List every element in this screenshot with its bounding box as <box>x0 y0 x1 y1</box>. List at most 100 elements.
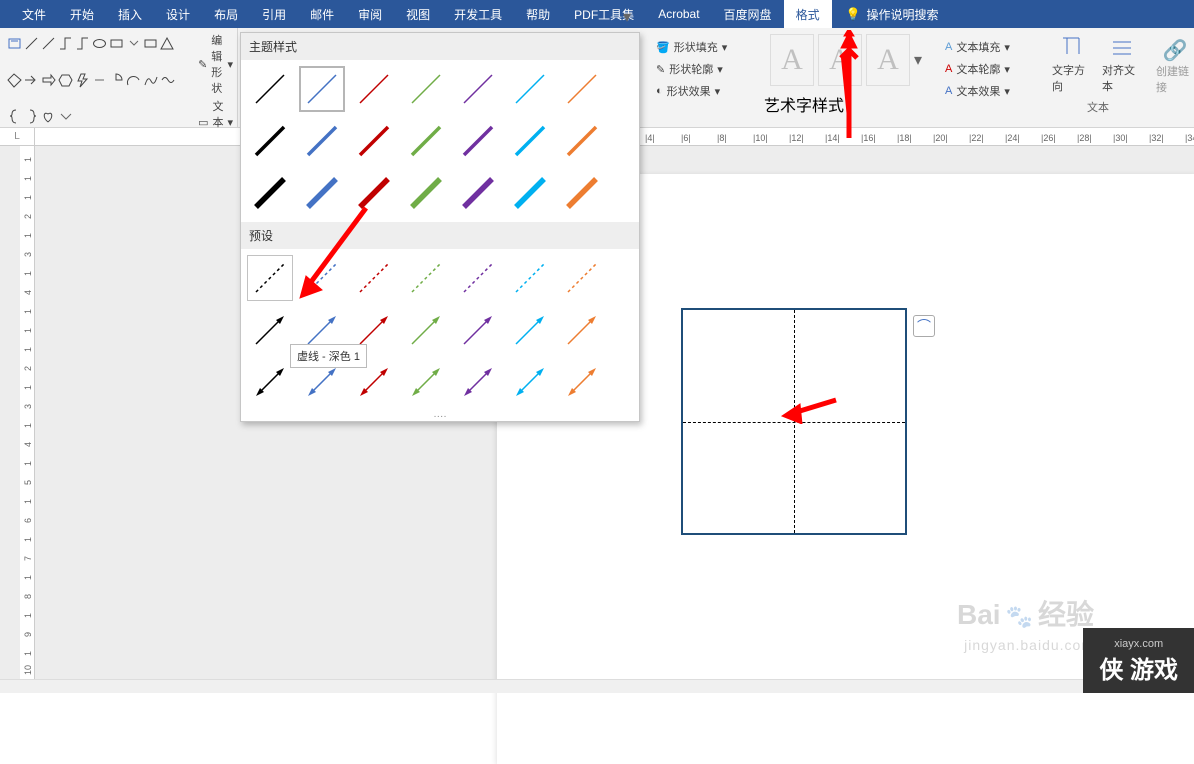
preset-style-swatch[interactable] <box>403 255 449 301</box>
annotation-arrow-tab <box>837 30 877 145</box>
create-link-button[interactable]: 创建链接 <box>1156 63 1194 95</box>
ruler-tick: 1 <box>23 328 33 333</box>
theme-style-swatch[interactable] <box>507 118 553 164</box>
theme-style-swatch[interactable] <box>455 118 501 164</box>
text-direction-button[interactable]: 文字方向 <box>1052 34 1094 94</box>
tab-developer[interactable]: 开发工具 <box>442 0 514 29</box>
theme-style-swatch[interactable] <box>403 170 449 216</box>
gallery-expand-icon[interactable]: ▾ <box>623 7 631 27</box>
tab-mailings[interactable]: 邮件 <box>298 0 346 29</box>
tab-selector[interactable]: L <box>0 128 35 146</box>
shape-outline-button[interactable]: ✎形状轮廓▾ <box>656 58 734 80</box>
brace-shape-icon[interactable] <box>23 107 40 126</box>
ruler-tick: |30| <box>1113 133 1128 143</box>
tab-insert[interactable]: 插入 <box>106 0 154 29</box>
preset-style-swatch[interactable] <box>247 359 293 405</box>
dropdown-icon[interactable]: ▾ <box>914 50 922 70</box>
tab-format[interactable]: 格式 <box>784 0 832 29</box>
theme-style-swatch[interactable] <box>403 66 449 112</box>
tab-home[interactable]: 开始 <box>58 0 106 29</box>
theme-style-swatch[interactable] <box>559 170 605 216</box>
connector-shape-icon[interactable] <box>74 34 91 53</box>
theme-style-swatch[interactable] <box>455 66 501 112</box>
tab-help[interactable]: 帮助 <box>514 0 562 29</box>
tell-me-search[interactable]: 💡 操作说明搜索 <box>846 6 939 23</box>
arc-shape-icon[interactable] <box>125 71 142 90</box>
connector-shape-icon[interactable] <box>57 34 74 53</box>
text-fill-button[interactable]: A文本填充▾ <box>945 36 1037 58</box>
text-effects-button[interactable]: A文本效果▾ <box>945 80 1037 102</box>
theme-style-swatch[interactable] <box>247 118 293 164</box>
preset-style-swatch[interactable] <box>507 307 553 353</box>
shape-effects-button[interactable]: ◐形状效果▾ <box>656 80 734 102</box>
preset-style-swatch[interactable] <box>403 307 449 353</box>
ruler-tick: |12| <box>789 133 804 143</box>
tab-baidu[interactable]: 百度网盘 <box>712 0 784 29</box>
heart-shape-icon[interactable] <box>40 107 57 126</box>
brace-shape-icon[interactable] <box>6 107 23 126</box>
preset-style-swatch[interactable] <box>507 359 553 405</box>
theme-style-swatch[interactable] <box>351 118 397 164</box>
preset-style-swatch[interactable] <box>559 307 605 353</box>
rect-shape-icon[interactable] <box>142 34 159 53</box>
horizontal-scrollbar[interactable] <box>0 679 1114 693</box>
shape-fill-button[interactable]: 🪣形状填充▾ <box>656 36 734 58</box>
tab-references[interactable]: 引用 <box>250 0 298 29</box>
vertical-ruler[interactable]: 11121314111213141516171819110 <box>20 146 35 679</box>
tab-file[interactable]: 文件 <box>10 0 58 29</box>
lightning-shape-icon[interactable] <box>74 71 91 90</box>
text-outline-button[interactable]: A文本轮廓▾ <box>945 58 1037 80</box>
rect-shape-icon[interactable] <box>108 34 125 53</box>
textbox-shape-icon[interactable] <box>6 34 23 53</box>
theme-style-swatch[interactable] <box>247 170 293 216</box>
layout-options-button[interactable]: ⌒ <box>913 315 935 337</box>
triangle-shape-icon[interactable] <box>159 34 176 53</box>
tab-design[interactable]: 设计 <box>154 0 202 29</box>
preset-style-swatch[interactable] <box>247 255 293 301</box>
tab-pdf[interactable]: PDF工具集 <box>562 0 646 29</box>
theme-style-swatch[interactable] <box>455 170 501 216</box>
expand-icon[interactable] <box>125 34 142 53</box>
ruler-tick: 3 <box>23 252 33 257</box>
layout-icon: ⌒ <box>917 316 931 336</box>
hexagon-shape-icon[interactable] <box>57 71 74 90</box>
theme-style-swatch[interactable] <box>403 118 449 164</box>
theme-style-swatch[interactable] <box>247 66 293 112</box>
theme-style-swatch[interactable] <box>299 66 345 112</box>
preset-style-swatch[interactable] <box>247 307 293 353</box>
preset-style-swatch[interactable] <box>559 359 605 405</box>
tab-view[interactable]: 视图 <box>394 0 442 29</box>
line-shape-icon[interactable] <box>40 34 57 53</box>
more-icon[interactable] <box>57 107 74 126</box>
diamond-shape-icon[interactable] <box>6 71 23 90</box>
theme-style-swatch[interactable] <box>351 66 397 112</box>
tab-layout[interactable]: 布局 <box>202 0 250 29</box>
theme-style-swatch[interactable] <box>299 118 345 164</box>
line-shape-icon[interactable] <box>23 34 40 53</box>
preset-style-swatch[interactable] <box>455 359 501 405</box>
curve-shape-icon[interactable] <box>159 71 176 90</box>
tab-acrobat[interactable]: Acrobat <box>646 1 711 27</box>
pie-shape-icon[interactable] <box>108 71 125 90</box>
arrow-shape-icon[interactable] <box>40 71 57 90</box>
preset-style-swatch[interactable] <box>455 255 501 301</box>
theme-style-swatch[interactable] <box>507 170 553 216</box>
more-icon[interactable] <box>91 71 108 90</box>
arrow-shape-icon[interactable] <box>23 71 40 90</box>
tell-me-label: 操作说明搜索 <box>867 6 939 23</box>
tab-review[interactable]: 审阅 <box>346 0 394 29</box>
oval-shape-icon[interactable] <box>91 34 108 53</box>
curve-shape-icon[interactable] <box>142 71 159 90</box>
wordart-style-1[interactable]: A <box>770 34 814 86</box>
theme-style-swatch[interactable] <box>559 66 605 112</box>
theme-style-swatch[interactable] <box>559 118 605 164</box>
edit-shape-button[interactable]: ✎ 编辑形状 ▾ <box>198 32 233 96</box>
preset-style-swatch[interactable] <box>507 255 553 301</box>
text-outline-icon: A <box>945 63 952 75</box>
theme-style-swatch[interactable] <box>507 66 553 112</box>
preset-style-swatch[interactable] <box>559 255 605 301</box>
align-text-button[interactable]: 对齐文本 <box>1102 34 1144 94</box>
text-group: 文字方向 对齐文本 文本 <box>1048 28 1148 118</box>
preset-style-swatch[interactable] <box>455 307 501 353</box>
preset-style-swatch[interactable] <box>403 359 449 405</box>
